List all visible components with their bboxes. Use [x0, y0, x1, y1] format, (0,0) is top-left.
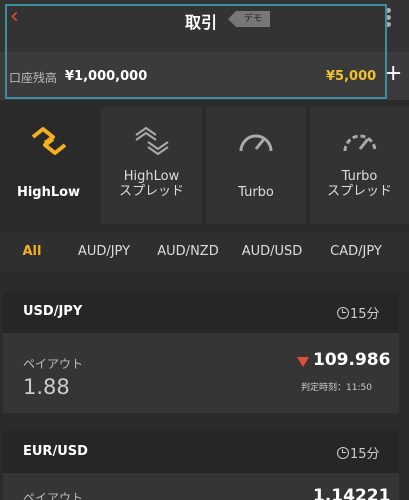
- mode-tabs: HighLow HighLow スプレッド Turbo Turbo スプレッド: [0, 107, 409, 224]
- judge-time: 判定時刻：11:50: [301, 383, 372, 393]
- tab-highlow[interactable]: HighLow: [0, 107, 97, 224]
- payout-label: ペイアウト: [23, 491, 84, 500]
- tab-aud-nzd[interactable]: AUD/NZD: [150, 232, 226, 272]
- tab-cad-jpy[interactable]: CAD/JPY: [318, 232, 394, 272]
- tab-label: HighLow: [16, 185, 81, 200]
- tab-all[interactable]: All: [10, 232, 54, 272]
- duration: 15分: [337, 443, 380, 462]
- clock-icon: [337, 447, 349, 459]
- speedometer-icon: [239, 134, 273, 152]
- down-arrow-icon: [297, 357, 309, 367]
- balance-row: 口座残高 ¥1,000,000 ¥5,000 +: [0, 52, 409, 100]
- tab-label: Turbo スプレッド: [326, 169, 392, 199]
- demo-badge: デモ: [228, 11, 270, 27]
- plus-icon[interactable]: +: [384, 61, 402, 86]
- speedometer-spread-icon: [343, 134, 376, 152]
- current-price: 109.986: [313, 350, 391, 370]
- highlow-icon: [31, 127, 66, 155]
- card-header: EUR/USD 15分: [3, 431, 399, 473]
- balance-value: ¥1,000,000: [65, 69, 148, 84]
- balance-label: 口座残高: [9, 71, 58, 85]
- kebab-icon[interactable]: [384, 8, 394, 32]
- card-header: USD/JPY 15分: [3, 291, 399, 333]
- currency-pair: USD/JPY: [23, 304, 83, 319]
- tab-aud-usd[interactable]: AUD/USD: [234, 232, 310, 272]
- currency-pair: EUR/USD: [23, 444, 88, 459]
- tab-label: Turbo: [238, 185, 274, 200]
- tab-highlow-spread[interactable]: HighLow スプレッド: [101, 107, 202, 224]
- tab-label: HighLow スプレッド: [118, 169, 184, 199]
- payout-rate: 1.88: [23, 375, 70, 399]
- tab-turbo[interactable]: Turbo: [206, 107, 306, 224]
- payout-amount[interactable]: ¥5,000: [326, 69, 376, 84]
- chevron-left-icon[interactable]: ‹: [10, 6, 19, 28]
- payout-label: ペイアウト: [23, 357, 84, 371]
- tab-aud-jpy[interactable]: AUD/JPY: [66, 232, 142, 272]
- tab-turbo-spread[interactable]: Turbo スプレッド: [310, 107, 409, 224]
- current-price: 1.14221: [313, 486, 391, 500]
- currency-tabs: All AUD/JPY AUD/NZD AUD/USD CAD/JPY: [0, 232, 409, 272]
- app-header: ‹ 取引 デモ: [0, 0, 409, 52]
- clock-icon: [337, 307, 349, 319]
- page-title: 取引: [185, 13, 218, 32]
- duration: 15分: [337, 303, 380, 322]
- asset-card[interactable]: EUR/USD 15分 ペイアウト 1.14221: [3, 431, 399, 500]
- asset-card[interactable]: USD/JPY 15分 ペイアウト 1.88 109.986 判定時刻：11:5…: [3, 291, 399, 413]
- highlow-spread-icon: [134, 126, 169, 156]
